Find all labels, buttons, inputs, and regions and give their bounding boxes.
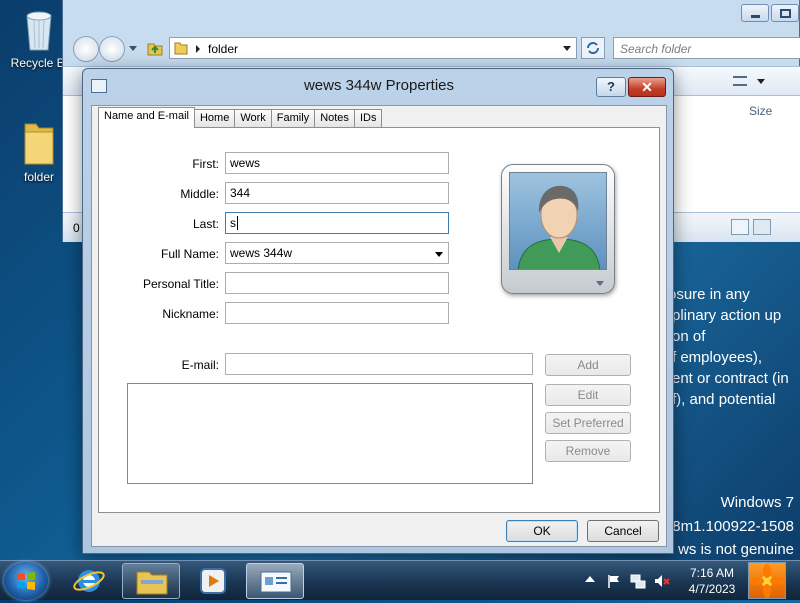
middle-name-value: 344 [230,186,251,200]
volume-muted-icon[interactable] [654,573,670,589]
watermark-line-1: Windows 7 [720,494,794,511]
help-button[interactable]: ? [596,77,626,97]
watermark-line-2: 8m1.100922-1508 [672,518,794,535]
search-box[interactable]: Search folder [613,37,800,59]
last-name-field[interactable]: s [225,212,449,234]
first-name-value: wews [230,156,261,170]
taskbar-explorer[interactable] [122,563,180,599]
windows-logo-icon [17,572,35,590]
forward-button[interactable] [99,36,125,62]
folder-icon [22,120,56,166]
full-name-value: wews 344w [230,246,293,260]
tab-ids[interactable]: IDs [353,109,383,128]
tab-family[interactable]: Family [270,109,316,128]
nickname-label: Nickname: [162,307,219,321]
middle-name-field[interactable]: 344 [225,182,449,204]
folder-icon [174,41,188,55]
dialog-client-area: Name and E-mail Home Work Family Notes I… [91,105,667,547]
middle-name-label: Middle: [180,187,219,201]
edit-email-button[interactable]: Edit [545,384,631,406]
view-options-icon[interactable] [733,76,747,86]
watermark-line-3: ws is not genuine [678,541,794,558]
first-name-field[interactable]: wews [225,152,449,174]
search-placeholder: Search folder [620,42,692,56]
personal-title-label: Personal Title: [142,277,219,291]
close-button[interactable]: ✕ [628,77,666,97]
dropdown-arrow-icon[interactable] [435,252,443,257]
start-button[interactable] [4,562,48,600]
thumbnail-view-icon[interactable] [753,219,771,235]
last-name-label: Last: [192,217,219,231]
refresh-button[interactable] [581,37,605,59]
minimize-icon [751,15,760,18]
taskbar: 7:16 AM 4/7/2023 [0,560,800,600]
cancel-button[interactable]: Cancel [587,520,659,542]
libraries-folder-icon [136,571,168,595]
address-bar[interactable]: folder [169,37,577,59]
size-column-header[interactable]: Size [749,104,772,118]
network-icon[interactable] [630,573,646,589]
contact-picture[interactable] [501,164,615,294]
text-caret [237,216,238,230]
item-count: 0 [73,221,80,235]
first-name-label: First: [192,157,219,171]
maximize-button[interactable] [771,4,799,22]
address-dropdown-icon[interactable] [563,46,571,51]
media-player-icon [200,568,226,594]
up-folder-icon[interactable] [147,40,163,56]
tab-name-and-email[interactable]: Name and E-mail [98,107,195,128]
email-list[interactable] [127,383,533,484]
set-preferred-button[interactable]: Set Preferred [545,412,631,434]
background-text-line: ent or contract (in [672,370,789,387]
address-path[interactable]: folder [208,42,238,56]
clock-time: 7:16 AM [689,566,735,580]
user-picture-flower-icon[interactable] [748,562,786,599]
background-text-line: f employees), [672,349,763,366]
background-text-line: on of [672,328,706,345]
email-label: E-mail: [181,358,219,372]
close-icon: ✕ [641,79,653,95]
help-icon: ? [607,79,615,94]
email-field[interactable] [225,353,533,375]
tab-work[interactable]: Work [234,109,272,128]
last-name-value: s [230,216,236,230]
explorer-caption-buttons [741,4,799,22]
minimize-button[interactable] [741,4,769,22]
recent-pages-arrow-icon[interactable] [129,46,137,51]
name-and-email-panel: First: Middle: Last: Full Name: Personal… [98,127,660,513]
details-view-icon[interactable] [731,219,749,235]
background-text-line: osure in any [668,286,750,303]
full-name-combobox[interactable]: wews 344w [225,242,449,264]
system-clock[interactable]: 7:16 AM 4/7/2023 [682,565,742,597]
refresh-icon [587,42,599,54]
background-text-line: plinary action up [672,307,782,324]
clock-date: 4/7/2023 [688,582,736,596]
action-center-flag-icon[interactable] [606,573,622,589]
maximize-icon [780,9,791,18]
picture-menu-arrow-icon[interactable] [596,281,604,286]
personal-title-field[interactable] [225,272,449,294]
breadcrumb-separator-icon [196,45,200,53]
taskbar-media-player[interactable] [184,563,242,599]
recycle-bin-icon [21,8,57,52]
properties-dialog: wews 344w Properties ? ✕ Name and E-mail… [82,68,674,554]
back-button[interactable] [73,36,99,62]
taskbar-properties-window[interactable] [246,563,304,599]
remove-email-button[interactable]: Remove [545,440,631,462]
tab-strip: Name and E-mail Home Work Family Notes I… [98,107,383,128]
full-name-label: Full Name: [160,247,219,261]
add-email-button[interactable]: Add [545,354,631,376]
tab-home[interactable]: Home [193,109,236,128]
internet-explorer-icon [73,570,105,592]
taskbar-internet-explorer[interactable] [60,563,118,599]
tab-notes[interactable]: Notes [314,109,355,128]
nickname-field[interactable] [225,302,449,324]
contact-avatar-icon [509,172,607,270]
view-dropdown-icon[interactable] [757,79,765,84]
contact-card-icon [260,571,292,593]
ok-button[interactable]: OK [506,520,578,542]
show-hidden-icons-icon[interactable] [585,576,595,582]
dialog-title: wews 344w Properties [303,77,455,94]
background-text-line: f), and potential [672,391,776,408]
